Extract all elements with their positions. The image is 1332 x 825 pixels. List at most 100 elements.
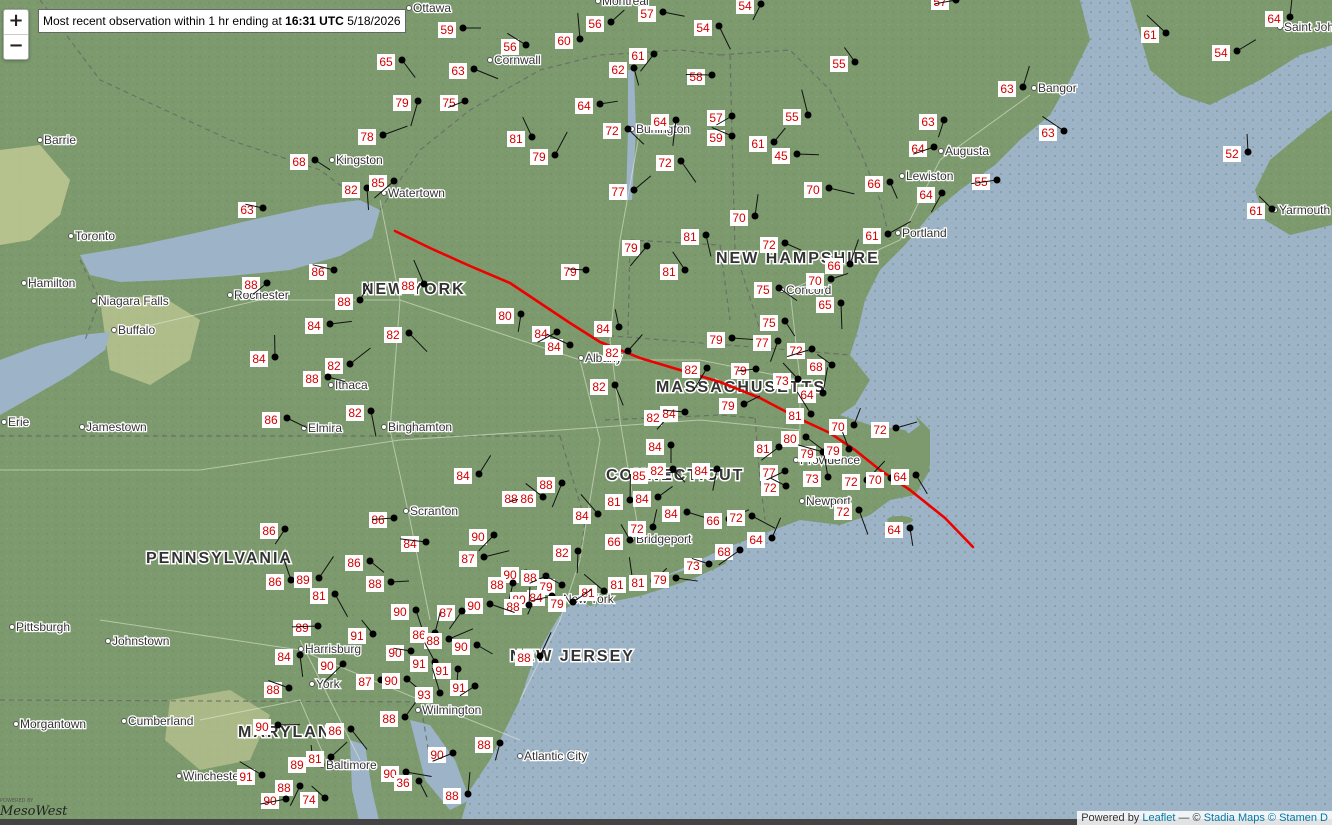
station-dot[interactable]: [669, 465, 677, 473]
station-dot[interactable]: [536, 652, 544, 660]
station-dot[interactable]: [667, 441, 675, 449]
station-dot[interactable]: [314, 622, 322, 630]
station-dot[interactable]: [681, 266, 689, 274]
station-dot[interactable]: [287, 576, 295, 584]
station-dot[interactable]: [553, 328, 561, 336]
station-dot[interactable]: [752, 365, 760, 373]
station-dot[interactable]: [912, 471, 920, 479]
station-dot[interactable]: [736, 546, 744, 554]
station-dot[interactable]: [768, 534, 776, 542]
station-dot[interactable]: [630, 64, 638, 72]
station-dot[interactable]: [347, 725, 355, 733]
station-dot[interactable]: [449, 749, 457, 757]
station-dot[interactable]: [649, 523, 657, 531]
station-dot[interactable]: [781, 467, 789, 475]
station-dot[interactable]: [1233, 47, 1241, 55]
station-dot[interactable]: [930, 143, 938, 151]
station-dot[interactable]: [825, 184, 833, 192]
station-dot[interactable]: [283, 414, 291, 422]
station-dot[interactable]: [819, 389, 827, 397]
station-dot[interactable]: [480, 553, 488, 561]
station-dot[interactable]: [390, 514, 398, 522]
station-dot[interactable]: [576, 35, 584, 43]
station-dot[interactable]: [539, 493, 547, 501]
map-canvas[interactable]: Ottawa Barrie Kingston Watertown Toronto Hami…: [0, 0, 1332, 825]
station-dot[interactable]: [407, 647, 415, 655]
station-dot[interactable]: [551, 151, 559, 159]
station-dot[interactable]: [626, 496, 634, 504]
station-dot[interactable]: [775, 443, 783, 451]
station-dot[interactable]: [258, 771, 266, 779]
station-dot[interactable]: [405, 329, 413, 337]
station-dot[interactable]: [517, 310, 525, 318]
station-dot[interactable]: [402, 768, 410, 776]
station-dot[interactable]: [471, 682, 479, 690]
station-dot[interactable]: [793, 150, 801, 158]
station-dot[interactable]: [326, 320, 334, 328]
station-dot[interactable]: [596, 100, 604, 108]
station-dot[interactable]: [1244, 148, 1252, 156]
station-dot[interactable]: [751, 212, 759, 220]
station-dot[interactable]: [615, 323, 623, 331]
station-dot[interactable]: [770, 138, 778, 146]
station-dot[interactable]: [683, 508, 691, 516]
station-dot[interactable]: [630, 186, 638, 194]
station-dot[interactable]: [938, 189, 946, 197]
zoom-out-button[interactable]: −: [4, 34, 28, 59]
station-dot[interactable]: [558, 479, 566, 487]
station-dot[interactable]: [259, 204, 267, 212]
station-dot[interactable]: [740, 400, 748, 408]
station-dot[interactable]: [331, 590, 339, 598]
station-dot[interactable]: [390, 177, 398, 185]
station-dot[interactable]: [415, 777, 423, 785]
station-dot[interactable]: [282, 795, 290, 803]
station-dot[interactable]: [906, 524, 914, 532]
station-dot[interactable]: [993, 176, 1001, 184]
station-dot[interactable]: [458, 607, 466, 615]
station-dot[interactable]: [321, 794, 329, 802]
station-dot[interactable]: [702, 231, 710, 239]
station-dot[interactable]: [728, 112, 736, 120]
station-dot[interactable]: [837, 299, 845, 307]
station-dot[interactable]: [827, 275, 835, 283]
station-dot[interactable]: [346, 360, 354, 368]
stamen-link[interactable]: © Stamen D: [1268, 812, 1328, 824]
station-dot[interactable]: [677, 157, 685, 165]
station-dot[interactable]: [774, 337, 782, 345]
station-dot[interactable]: [850, 421, 858, 429]
station-dot[interactable]: [884, 230, 892, 238]
station-dot[interactable]: [781, 239, 789, 247]
station-dot[interactable]: [782, 482, 790, 490]
station-dot[interactable]: [748, 512, 756, 520]
station-dot[interactable]: [339, 660, 347, 668]
station-dot[interactable]: [459, 24, 467, 32]
station-dot[interactable]: [659, 8, 667, 16]
station-dot[interactable]: [509, 579, 517, 587]
station-dot[interactable]: [643, 242, 651, 250]
station-dot[interactable]: [681, 408, 689, 416]
station-dot[interactable]: [558, 581, 566, 589]
station-dot[interactable]: [285, 684, 293, 692]
station-dot[interactable]: [369, 630, 377, 638]
station-dot[interactable]: [379, 131, 387, 139]
station-dot[interactable]: [311, 156, 319, 164]
station-dot[interactable]: [271, 353, 279, 361]
station-dot[interactable]: [828, 361, 836, 369]
station-dot[interactable]: [412, 606, 420, 614]
station-dot[interactable]: [582, 266, 590, 274]
station-dot[interactable]: [794, 375, 802, 383]
station-dot[interactable]: [804, 111, 812, 119]
station-dot[interactable]: [1019, 83, 1027, 91]
zoom-in-button[interactable]: +: [4, 10, 28, 34]
station-dot[interactable]: [1268, 205, 1276, 213]
station-dot[interactable]: [401, 713, 409, 721]
station-dot[interactable]: [574, 547, 582, 555]
station-dot[interactable]: [728, 334, 736, 342]
station-dot[interactable]: [650, 50, 658, 58]
station-dot[interactable]: [296, 782, 304, 790]
leaflet-link[interactable]: Leaflet: [1142, 812, 1175, 824]
station-dot[interactable]: [403, 675, 411, 683]
station-dot[interactable]: [892, 424, 900, 432]
station-dot[interactable]: [626, 536, 634, 544]
station-dot[interactable]: [366, 557, 374, 565]
